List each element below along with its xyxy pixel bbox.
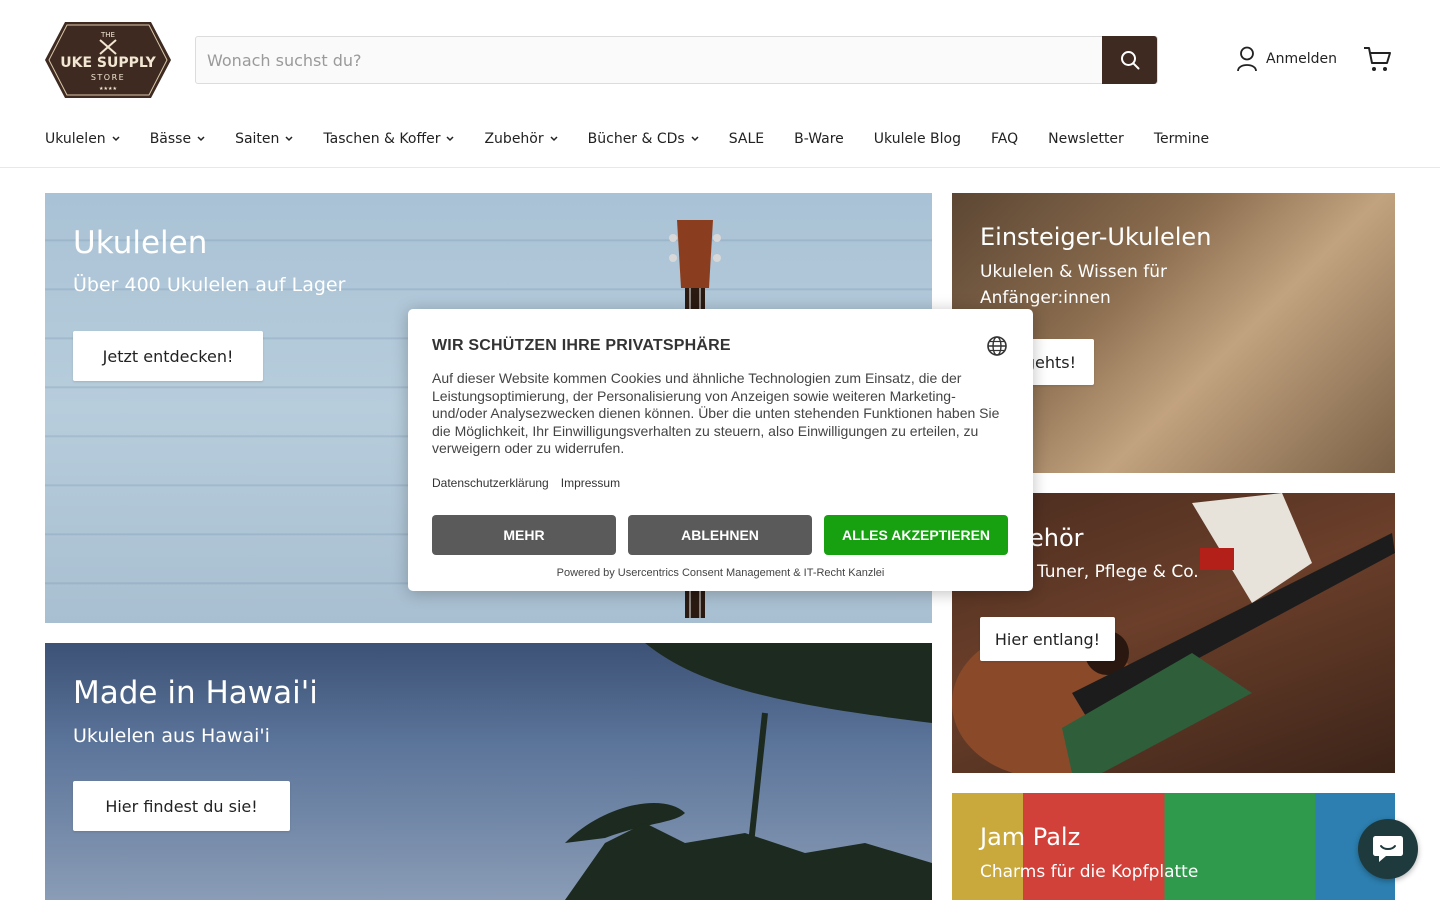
nav-label: Bücher & CDs <box>587 131 685 147</box>
tile-subtitle: Charms für die Kopfplatte <box>980 862 1199 882</box>
account-label: Anmelden <box>1266 51 1337 67</box>
cart-icon[interactable] <box>1362 44 1392 74</box>
tile-title: Ukulelen <box>73 225 208 261</box>
tile-button[interactable]: Hier entlang! <box>980 617 1115 661</box>
tile-title: ehör <box>1029 524 1084 552</box>
chevron-down-icon <box>197 136 205 142</box>
consent-powered-by: Powered by Usercentrics Consent Manageme… <box>556 567 885 579</box>
nav-item-buecher-cds[interactable]: Bücher & CDs <box>588 131 699 147</box>
more-button[interactable]: MEHR <box>432 515 616 555</box>
privacy-policy-link[interactable]: Datenschutzerklärung <box>432 476 549 490</box>
nav-item-newsletter[interactable]: Newsletter <box>1048 131 1124 147</box>
svg-text:UKE SUPPLY: UKE SUPPLY <box>60 55 156 71</box>
account-link[interactable]: Anmelden <box>1236 46 1337 72</box>
tile-subtitle: Ukulelen aus Hawai'i <box>73 725 270 747</box>
globe-icon[interactable] <box>986 335 1008 357</box>
tile-button[interactable]: Hier findest du sie! <box>73 781 290 831</box>
chevron-down-icon <box>446 136 454 142</box>
nav-label: Ukulele Blog <box>873 131 961 147</box>
search-button[interactable] <box>1102 36 1157 84</box>
decline-button[interactable]: ABLEHNEN <box>628 515 812 555</box>
svg-text:STORE: STORE <box>91 73 125 82</box>
tile-made-in-hawaii[interactable]: Made in Hawai'i Ukulelen aus Hawai'i Hie… <box>45 643 932 900</box>
svg-text:★★★★: ★★★★ <box>99 86 117 92</box>
cookie-consent-dialog: WIR SCHÜTZEN IHRE PRIVATSPHÄRE Auf diese… <box>408 309 1033 591</box>
tile-button[interactable]: Jetzt entdecken! <box>73 331 263 381</box>
uke-supply-logo[interactable]: THE UKE SUPPLY STORE ★★★★ <box>45 20 171 100</box>
nav-label: Saiten <box>235 131 280 147</box>
nav-label: Bässe <box>149 131 192 147</box>
accept-all-button[interactable]: ALLES AKZEPTIEREN <box>824 515 1008 555</box>
search-bar <box>195 36 1158 84</box>
chat-icon <box>1373 836 1403 862</box>
tile-jam-palz[interactable]: Jam Palz Charms für die Kopfplatte <box>952 793 1395 900</box>
tile-subtitle-2: Anfänger:innen <box>980 288 1111 308</box>
chevron-down-icon <box>550 136 558 142</box>
nav-item-zubehoer[interactable]: Zubehör <box>484 131 558 147</box>
nav-item-termine[interactable]: Termine <box>1154 131 1209 147</box>
nav-label: Zubehör <box>484 131 544 147</box>
consent-text: Auf dieser Website kommen Cookies und äh… <box>432 370 1000 456</box>
search-input[interactable] <box>196 37 1104 83</box>
user-icon <box>1237 46 1257 72</box>
chat-button[interactable] <box>1358 819 1418 879</box>
nav-item-saiten[interactable]: Saiten <box>235 131 293 147</box>
tile-title: Made in Hawai'i <box>73 675 318 711</box>
consent-title: WIR SCHÜTZEN IHRE PRIVATSPHÄRE <box>432 337 731 354</box>
nav-label: B-Ware <box>794 131 844 147</box>
site-header: THE UKE SUPPLY STORE ★★★★ Anmelden Ukule… <box>0 0 1440 168</box>
nav-label: Ukulelen <box>45 131 106 147</box>
main-navigation: Ukulelen Bässe Saiten Taschen & Koffer Z… <box>45 128 1239 150</box>
tile-subtitle: Tuner, Pflege & Co. <box>1037 562 1199 582</box>
search-icon <box>1120 51 1139 70</box>
nav-label: SALE <box>728 131 765 147</box>
tile-subtitle: Ukulelen & Wissen für <box>980 262 1167 282</box>
nav-label: Termine <box>1153 131 1210 147</box>
nav-item-baesse[interactable]: Bässe <box>150 131 205 147</box>
nav-item-taschen-koffer[interactable]: Taschen & Koffer <box>323 131 454 147</box>
tile-subtitle: Über 400 Ukulelen auf Lager <box>73 274 346 296</box>
nav-item-faq[interactable]: FAQ <box>991 131 1018 147</box>
imprint-link[interactable]: Impressum <box>561 476 620 490</box>
svg-text:THE: THE <box>100 31 115 39</box>
nav-item-ukulelen[interactable]: Ukulelen <box>45 131 120 147</box>
chevron-down-icon <box>285 136 293 142</box>
chevron-down-icon <box>112 136 120 142</box>
nav-item-sale[interactable]: SALE <box>729 131 764 147</box>
consent-links: Datenschutzerklärung Impressum <box>432 476 620 490</box>
nav-item-ukulele-blog[interactable]: Ukulele Blog <box>874 131 961 147</box>
chevron-down-icon <box>691 136 699 142</box>
tile-title: Einsteiger-Ukulelen <box>980 223 1212 251</box>
nav-label: Taschen & Koffer <box>323 131 441 147</box>
nav-label: FAQ <box>991 131 1019 147</box>
tile-title: Jam Palz <box>980 823 1081 851</box>
nav-item-b-ware[interactable]: B-Ware <box>794 131 844 147</box>
nav-label: Newsletter <box>1048 131 1124 147</box>
